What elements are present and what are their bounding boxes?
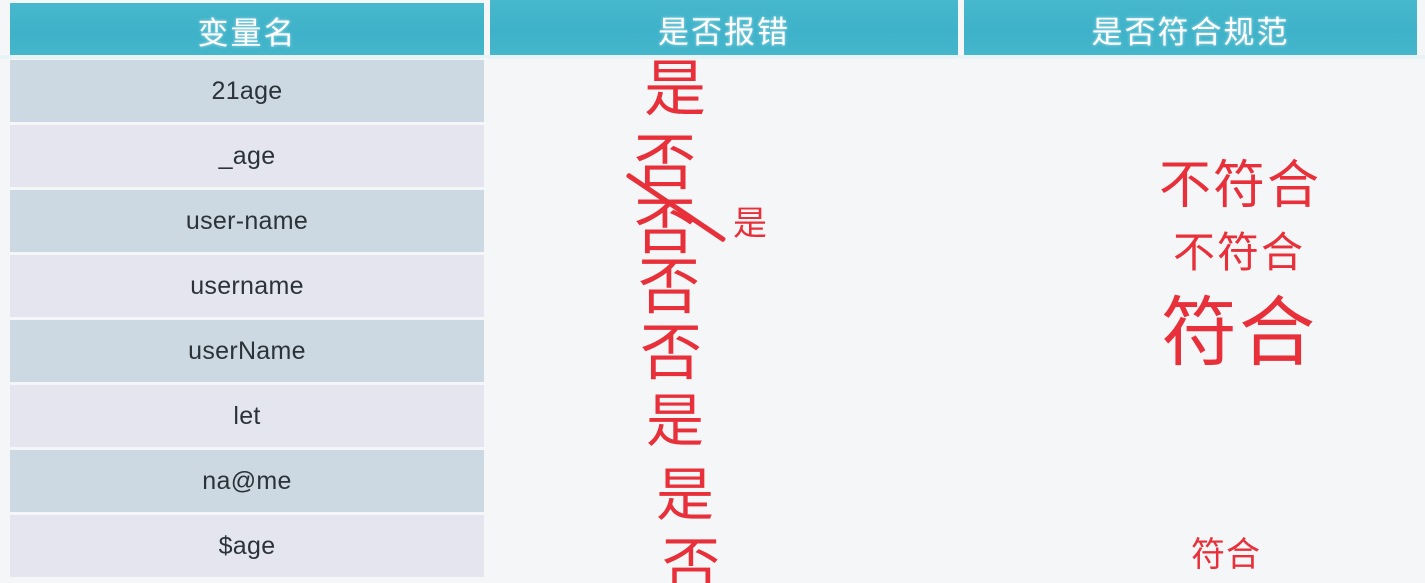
annotation-spec-2: 不符合 [1173,228,1306,277]
table-row: 21age [10,60,484,125]
table-row: na@me [10,450,484,515]
column-separator-2 [955,58,960,583]
annotation-spec-1: 不符合 [1159,156,1322,216]
annotation-error-3-struck: 否 [634,190,697,263]
column-separator-1 [484,58,489,583]
table-header: 变量名 是否报错 是否符合规范 [0,0,1425,58]
header-cell-has-error: 是否报错 [490,0,958,58]
annotation-spec-4: 符合 [1191,535,1261,575]
table-row: userName [10,320,484,385]
annotation-error-5: 否 [640,316,703,389]
table-row: user-name [10,190,484,255]
table-row: $age [10,515,484,580]
annotation-error-4: 否 [638,250,701,323]
annotation-error-8: 否 [662,531,721,583]
header-underline [0,55,1425,59]
table-screenshot: 变量名 是否报错 是否符合规范 21age _age user-name use… [0,0,1425,583]
variable-name-column: 21age _age user-name username userName l… [10,60,484,580]
header-cell-follows-convention: 是否符合规范 [964,0,1421,58]
annotation-error-7: 是 [656,461,715,529]
annotation-error-3-correction: 是 [733,204,767,244]
annotation-spec-3: 符合 [1161,288,1317,377]
annotation-error-1: 是 [644,52,707,125]
table-row: username [10,255,484,320]
header-cell-variable-name: 变量名 [0,0,484,58]
table-row: _age [10,125,484,190]
table-row: let [10,385,484,450]
annotation-error-6: 是 [646,387,705,455]
